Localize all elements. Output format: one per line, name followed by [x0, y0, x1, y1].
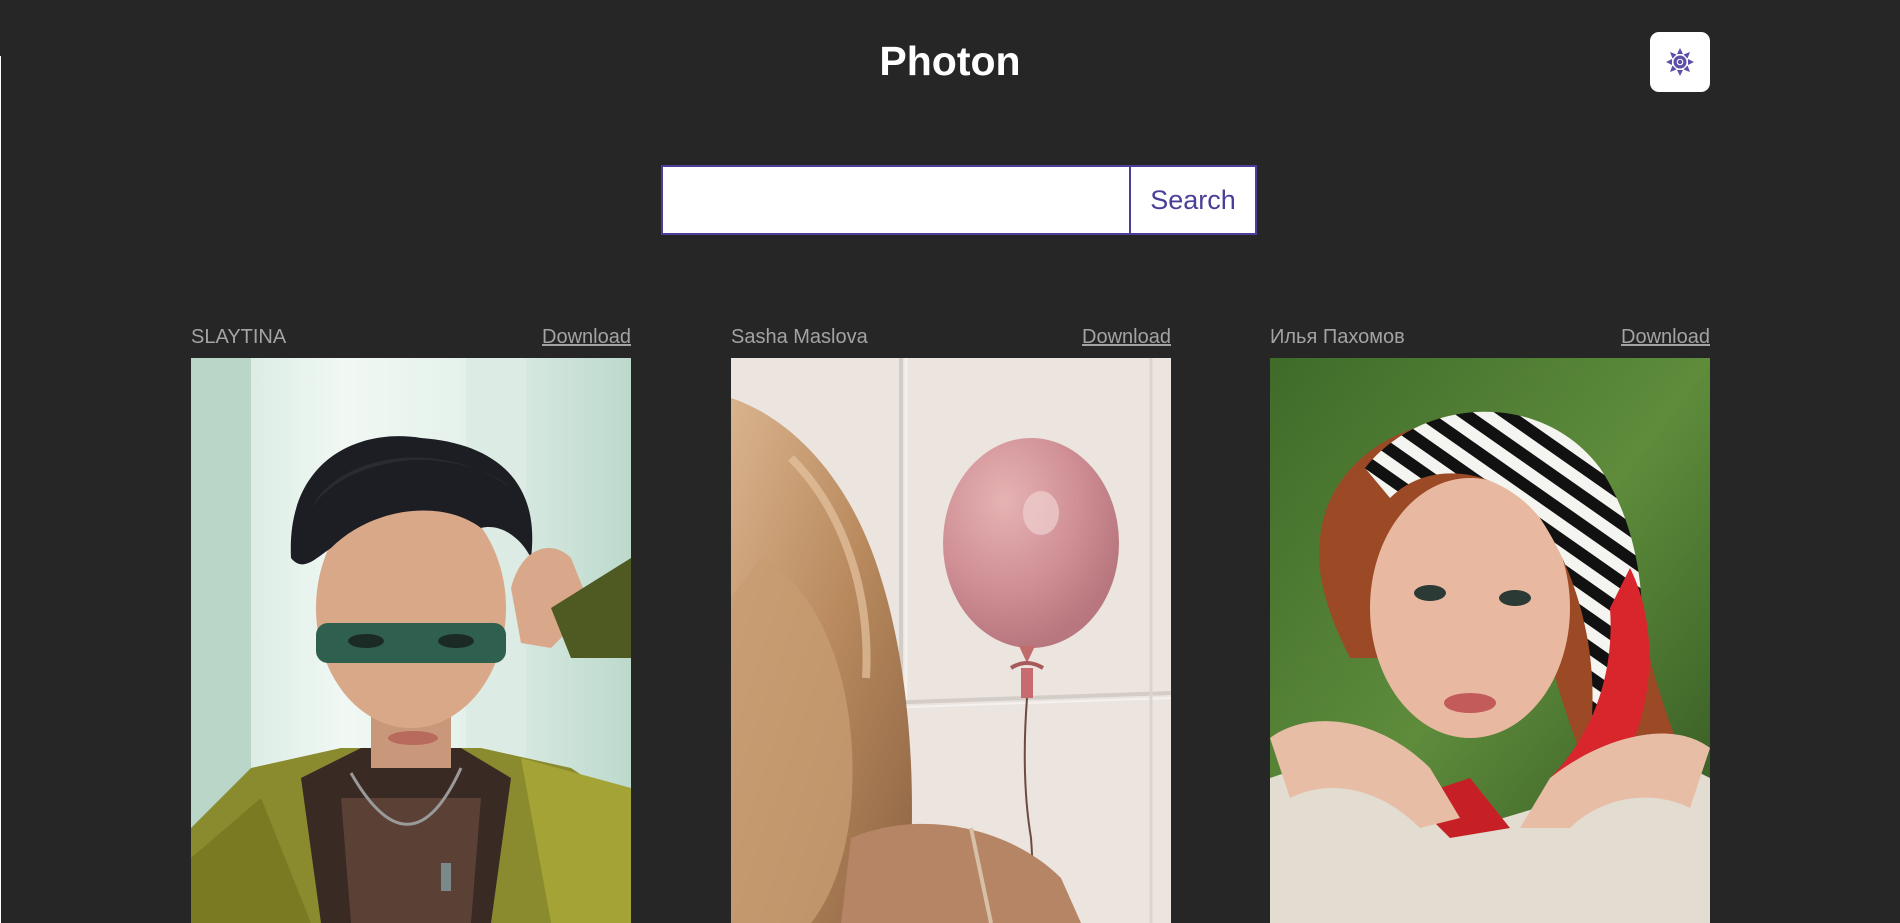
download-link[interactable]: Download	[542, 326, 631, 349]
photo-author: Sasha Maslova	[731, 325, 868, 348]
theme-toggle-button[interactable]	[1650, 32, 1710, 92]
photo-card-header: Илья Пахомов Download	[1270, 322, 1710, 352]
app-page: Photon Search SLAYTINA Download Sasha Ma…	[0, 0, 1900, 923]
photo-card: SLAYTINA Download	[191, 322, 631, 923]
search-form: Search	[661, 165, 1257, 235]
photo-author: SLAYTINA	[191, 325, 287, 348]
app-title: Photon	[879, 38, 1021, 84]
photo-card-header: Sasha Maslova Download	[731, 322, 1171, 352]
search-input[interactable]	[661, 165, 1131, 235]
download-link[interactable]: Download	[1082, 326, 1171, 349]
sun-icon	[1666, 48, 1694, 76]
photo-image[interactable]	[191, 358, 631, 923]
photo-author: Илья Пахомов	[1270, 325, 1405, 348]
window-edge	[0, 56, 1, 923]
download-link[interactable]: Download	[1621, 326, 1710, 349]
photo-image[interactable]	[731, 358, 1171, 923]
photo-card: Илья Пахомов Download	[1270, 322, 1710, 923]
photo-card: Sasha Maslova Download	[731, 322, 1171, 923]
photo-card-header: SLAYTINA Download	[191, 322, 631, 352]
photo-image[interactable]	[1270, 358, 1710, 923]
search-button[interactable]: Search	[1131, 165, 1257, 235]
